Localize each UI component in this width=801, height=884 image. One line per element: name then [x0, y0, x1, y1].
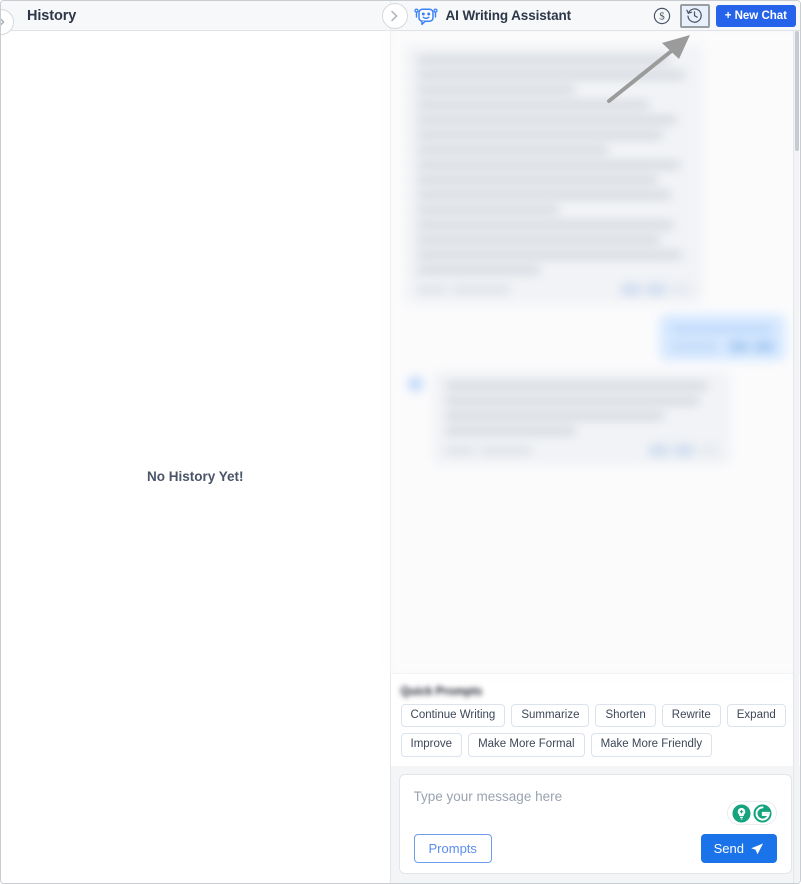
quick-prompts-label: Quick Prompts — [400, 685, 483, 698]
quick-prompts-list: Continue Writing Summarize Shorten Rewri… — [400, 703, 790, 757]
text-line — [416, 206, 559, 214]
message-actions[interactable] — [671, 341, 774, 352]
send-button-label: Send — [713, 841, 744, 856]
text-line — [416, 56, 669, 64]
action-icon[interactable] — [698, 445, 719, 456]
message-actions[interactable] — [444, 445, 719, 456]
text-line — [416, 176, 658, 184]
quick-prompt-summarize[interactable]: Summarize — [511, 703, 590, 728]
paper-plane-icon — [751, 842, 764, 854]
composer: Prompts Send — [398, 774, 792, 874]
action-pill[interactable] — [671, 342, 719, 351]
text-line — [444, 412, 664, 420]
message-list[interactable] — [390, 31, 800, 673]
quick-prompt-make-more-formal[interactable]: Make More Formal — [468, 733, 585, 757]
text-line — [444, 382, 708, 390]
history-list-container: No History Yet! — [1, 31, 390, 883]
robot-icon — [413, 7, 438, 25]
text-line — [416, 266, 540, 274]
text-line — [444, 397, 700, 405]
chat-panel-header: AI Writing Assistant $ + New Chat — [381, 1, 800, 31]
action-icon[interactable] — [673, 445, 694, 456]
assistant-avatar — [413, 6, 439, 26]
action-pill[interactable] — [444, 446, 475, 455]
quick-prompt-improve[interactable]: Improve — [400, 733, 463, 757]
clock-history-icon — [686, 8, 702, 23]
credits-button[interactable]: $ — [651, 5, 673, 27]
text-line — [444, 427, 577, 435]
text-line — [416, 116, 677, 124]
history-panel-title: History — [27, 7, 77, 24]
new-chat-button[interactable]: + New Chat — [715, 4, 796, 27]
chat-scrollbar-thumb[interactable] — [795, 31, 799, 151]
send-button[interactable]: Send — [700, 834, 777, 863]
history-panel-header: History — [1, 1, 390, 35]
message-bubble — [404, 45, 703, 304]
text-line — [416, 71, 686, 79]
robot-icon — [410, 379, 421, 388]
composer-section: Prompts Send — [390, 766, 800, 883]
message-bubble — [432, 371, 731, 465]
assistant-avatar — [404, 373, 427, 395]
quick-prompts-section: Quick Prompts Continue Writing Summarize… — [390, 672, 800, 766]
history-empty-message: No History Yet! — [146, 469, 244, 484]
grammarly-g-icon[interactable] — [753, 803, 772, 823]
action-icon[interactable] — [645, 284, 666, 295]
assistant-message — [404, 371, 786, 465]
chat-scrollbar[interactable] — [793, 31, 799, 883]
message-bubble — [659, 314, 786, 361]
text-line — [416, 101, 650, 109]
ai-writing-assistant-window: History No History Yet! AI Writing Assis… — [0, 0, 801, 884]
text-line — [416, 221, 675, 229]
quick-prompt-expand[interactable]: Expand — [726, 703, 786, 728]
grammarly-badge[interactable] — [727, 801, 777, 825]
history-panel: History No History Yet! — [1, 1, 391, 883]
action-pill[interactable] — [451, 285, 510, 294]
quick-prompt-make-more-friendly[interactable]: Make More Friendly — [590, 733, 713, 757]
quick-prompt-continue-writing[interactable]: Continue Writing — [400, 703, 506, 728]
message-actions[interactable] — [416, 284, 691, 295]
quick-prompt-shorten[interactable]: Shorten — [595, 703, 656, 728]
action-icon[interactable] — [620, 284, 641, 295]
message-input[interactable] — [413, 789, 777, 804]
history-toggle-button[interactable] — [679, 3, 710, 28]
chevron-right-icon — [391, 10, 398, 22]
text-line — [416, 146, 609, 154]
text-line — [416, 86, 576, 94]
svg-text:$: $ — [659, 10, 665, 22]
user-message — [405, 314, 786, 361]
action-icon[interactable] — [648, 445, 669, 456]
assistant-message — [404, 45, 786, 304]
lightbulb-icon[interactable] — [732, 803, 751, 823]
action-icon[interactable] — [670, 284, 691, 295]
action-icon[interactable] — [754, 341, 774, 352]
quick-prompt-rewrite[interactable]: Rewrite — [661, 703, 721, 728]
action-icon[interactable] — [729, 341, 749, 352]
chat-panel: AI Writing Assistant $ + New Chat Quick … — [381, 1, 800, 883]
chevron-right-icon — [1, 18, 4, 26]
dollar-circle-icon: $ — [653, 7, 670, 24]
prompts-button[interactable]: Prompts — [413, 834, 492, 863]
action-pill[interactable] — [416, 285, 447, 294]
chat-collapse-toggle[interactable] — [381, 3, 408, 29]
action-pill[interactable] — [479, 446, 532, 455]
text-line — [416, 236, 661, 244]
composer-footer: Prompts Send — [413, 834, 777, 863]
text-line — [416, 161, 680, 169]
chat-panel-title: AI Writing Assistant — [445, 8, 572, 23]
text-line — [416, 191, 672, 199]
text-line — [671, 325, 773, 333]
text-line — [416, 251, 683, 259]
text-line — [416, 131, 664, 139]
